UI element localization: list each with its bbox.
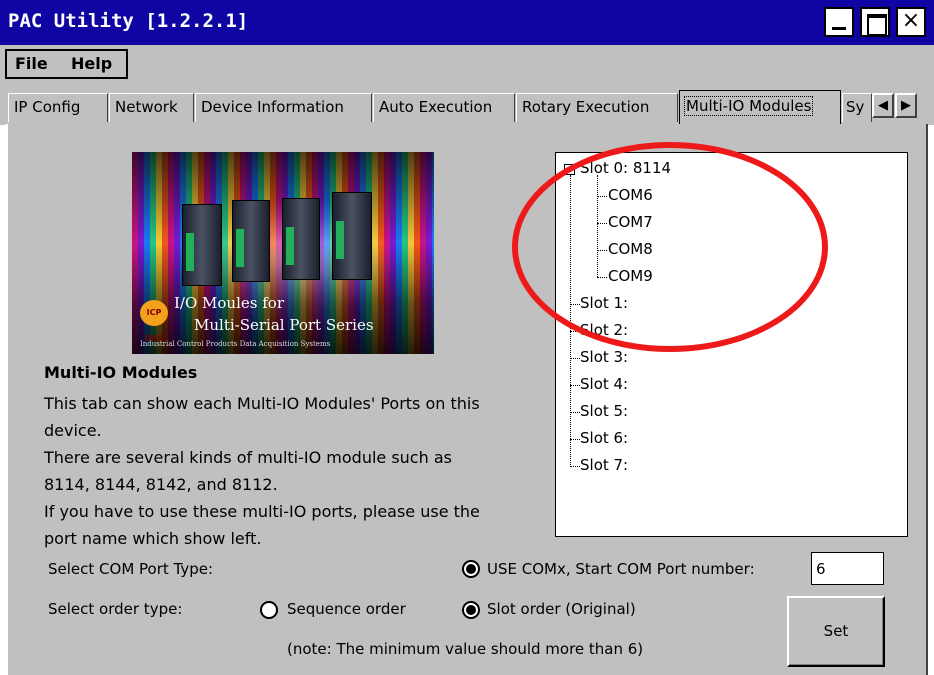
module-image xyxy=(232,200,270,282)
start-com-number-input[interactable]: 6 xyxy=(811,552,884,585)
description-line: There are several kinds of multi-IO modu… xyxy=(44,448,452,467)
banner-subtitle: Industrial Control Products Data Acquisi… xyxy=(140,340,331,348)
close-button[interactable]: × xyxy=(896,7,926,37)
set-button[interactable]: Set xyxy=(787,596,885,667)
maximize-button[interactable] xyxy=(860,7,890,37)
description-text: This tab can show each Multi-IO Modules'… xyxy=(44,390,544,552)
icpdas-logo: ICP DAS xyxy=(140,300,168,343)
tab-scroll-right-button[interactable]: ▶ xyxy=(895,93,917,118)
module-image xyxy=(182,204,222,286)
minimize-button[interactable] xyxy=(824,7,854,37)
tab-system[interactable]: Sy xyxy=(842,93,872,122)
tree-node-slot[interactable]: Slot 6: xyxy=(580,429,628,447)
section-title: Multi-IO Modules xyxy=(44,363,198,382)
tab-ip-config[interactable]: IP Config xyxy=(8,93,108,122)
menu-help[interactable]: Help xyxy=(71,54,112,73)
module-image xyxy=(282,198,320,280)
description-line: If you have to use these multi-IO ports,… xyxy=(44,502,480,521)
order-type-label: Select order type: xyxy=(48,600,183,618)
tab-rotary-execution[interactable]: Rotary Execution xyxy=(516,93,678,122)
slot-order-label: Slot order (Original) xyxy=(487,600,636,618)
tree-node-slot[interactable]: Slot 7: xyxy=(580,456,628,474)
module-banner-image: ICP DAS I/O Moules for Multi-Serial Port… xyxy=(132,152,434,354)
use-comx-radio[interactable] xyxy=(462,560,480,578)
tree-node-slot[interactable]: Slot 5: xyxy=(580,402,628,420)
window-title: PAC Utility [1.2.2.1] xyxy=(8,10,249,32)
tree-node-slot[interactable]: Slot 4: xyxy=(580,375,628,393)
sequence-order-label: Sequence order xyxy=(287,600,406,618)
description-line: This tab can show each Multi-IO Modules'… xyxy=(44,394,480,413)
tab-network[interactable]: Network xyxy=(109,93,194,122)
tab-scroll-left-button[interactable]: ◀ xyxy=(872,93,894,118)
sequence-order-radio[interactable] xyxy=(260,601,278,619)
tab-device-information[interactable]: Device Information xyxy=(195,93,372,122)
menu-bar xyxy=(0,45,934,85)
highlight-annotation-ellipse xyxy=(512,142,828,352)
tab-auto-execution[interactable]: Auto Execution xyxy=(373,93,515,122)
slot-order-radio[interactable] xyxy=(462,601,480,619)
tab-multi-io-modules-label: Multi-IO Modules xyxy=(683,96,814,116)
com-port-type-label: Select COM Port Type: xyxy=(48,560,214,578)
description-line: device. xyxy=(44,421,102,440)
description-line: port name which show left. xyxy=(44,529,262,548)
description-line: 8114, 8144, 8142, and 8112. xyxy=(44,475,278,494)
menu-file[interactable]: File xyxy=(15,54,48,73)
tree-node-slot[interactable]: Slot 3: xyxy=(580,348,628,366)
tab-multi-io-modules[interactable]: Multi-IO Modules xyxy=(679,90,841,124)
banner-title-line1: I/O Moules for xyxy=(174,294,284,312)
note-text: (note: The minimum value should more tha… xyxy=(287,640,644,658)
menu-box: File Help xyxy=(5,49,128,79)
module-image xyxy=(332,192,372,280)
banner-title-line2: Multi-Serial Port Series xyxy=(194,316,374,334)
use-comx-label: USE COMx, Start COM Port number: xyxy=(487,560,755,578)
